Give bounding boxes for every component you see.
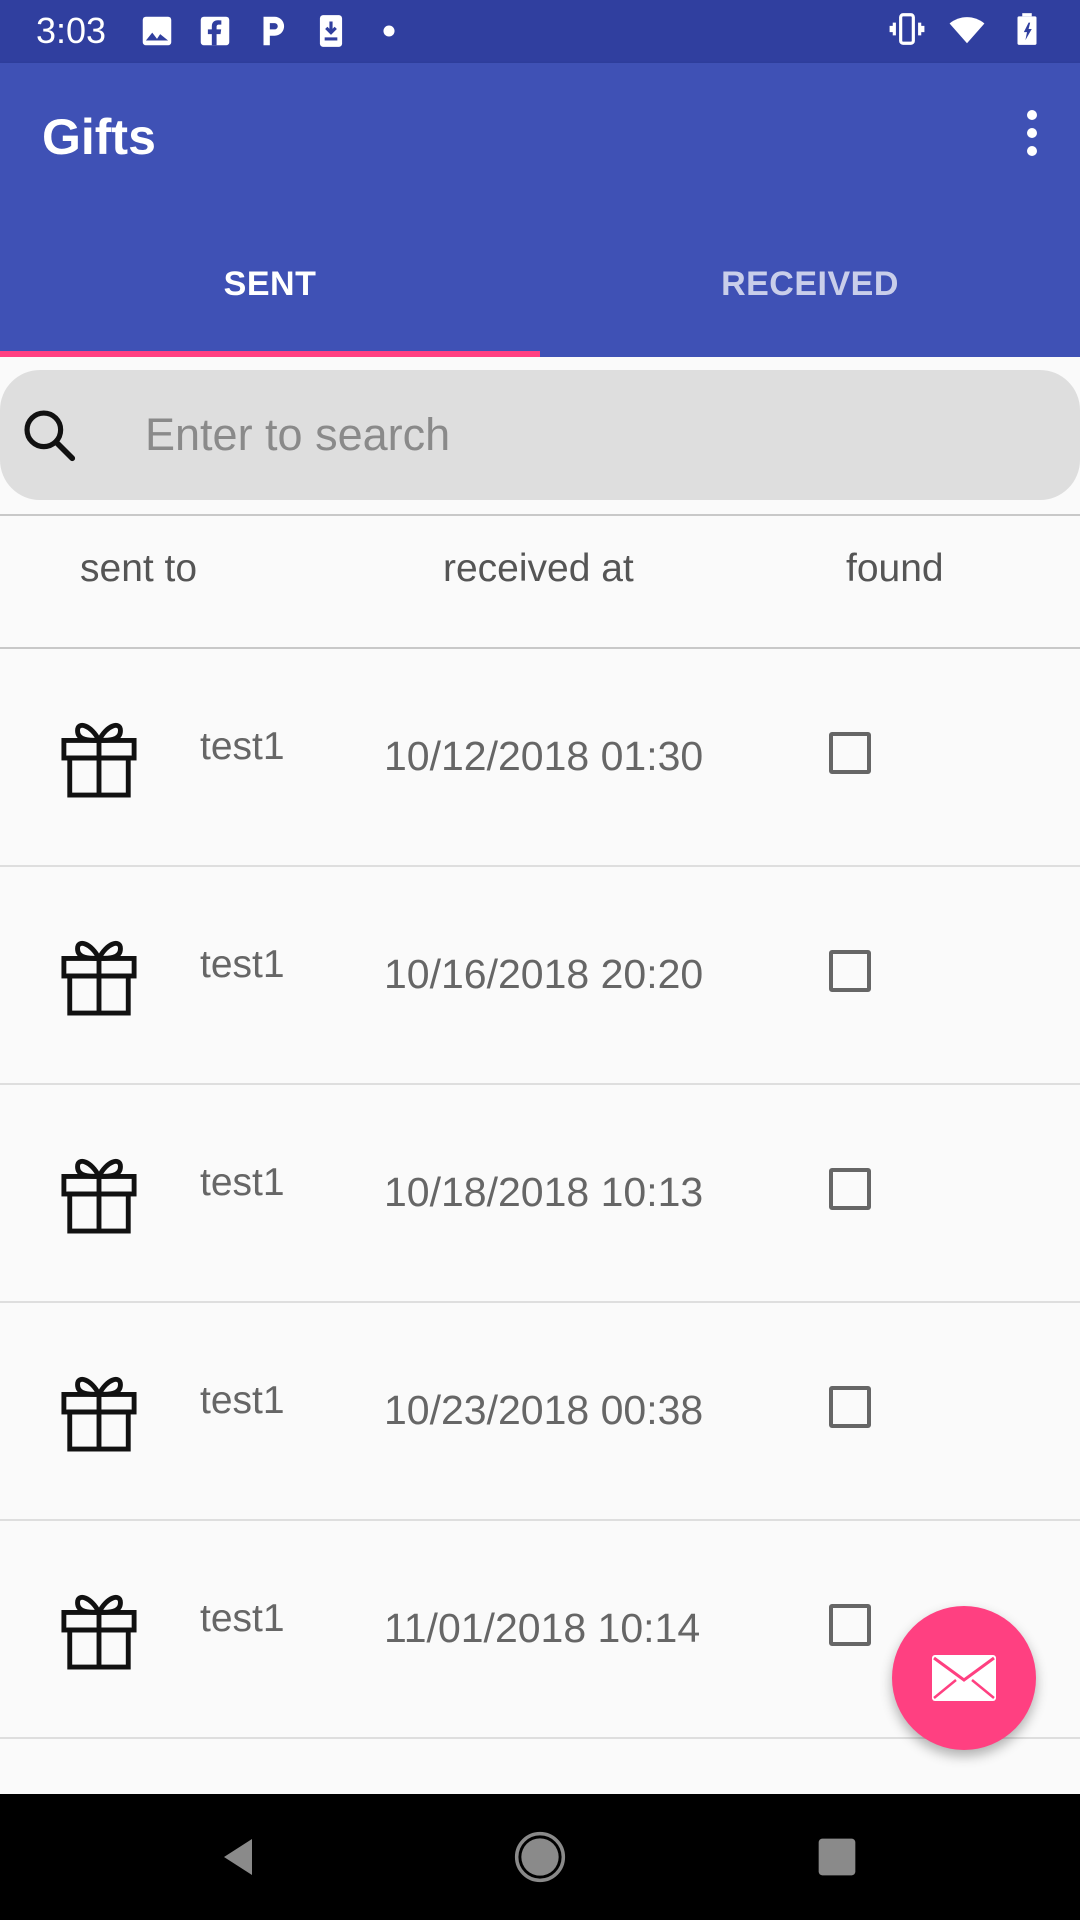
home-icon[interactable] xyxy=(507,1824,573,1890)
gift-icon xyxy=(61,1377,137,1452)
send-gift-fab[interactable] xyxy=(892,1606,1036,1750)
search-icon[interactable] xyxy=(18,404,80,466)
recents-icon[interactable] xyxy=(804,1824,870,1890)
found-checkbox[interactable] xyxy=(829,1168,871,1210)
row-sent-to: test1 xyxy=(200,1161,285,1204)
mail-icon xyxy=(932,1655,996,1701)
wifi-icon xyxy=(949,17,985,44)
back-icon[interactable] xyxy=(205,1824,271,1890)
row-received-at: 10/23/2018 00:38 xyxy=(384,1387,704,1433)
found-checkbox[interactable] xyxy=(829,732,871,774)
tab-indicator xyxy=(0,351,540,357)
header-found: found xyxy=(846,547,944,590)
row-received-at: 10/16/2018 20:20 xyxy=(384,951,704,997)
row-sent-to: test1 xyxy=(200,1379,285,1422)
status-bar: 3:03 xyxy=(0,0,1080,63)
battery-icon xyxy=(1017,13,1037,45)
more-vert-icon[interactable] xyxy=(1002,103,1062,163)
app-title: Gifts xyxy=(42,109,156,165)
system-icons xyxy=(888,10,1046,48)
header-received-at: received at xyxy=(443,547,634,590)
download-icon xyxy=(319,15,343,47)
row-received-at: 10/18/2018 10:13 xyxy=(384,1169,704,1215)
facebook-icon xyxy=(200,16,230,46)
found-checkbox[interactable] xyxy=(829,1604,871,1646)
table-row[interactable]: test1 10/18/2018 10:13 xyxy=(0,1085,1080,1303)
table-header: sent to received at found xyxy=(0,517,1080,647)
row-sent-to: test1 xyxy=(200,1597,285,1640)
gift-icon xyxy=(61,1595,137,1670)
gift-list: test1 10/12/2018 01:30 test1 10/16/2018 … xyxy=(0,649,1080,1739)
vibrate-icon xyxy=(889,13,925,45)
table-row[interactable]: test1 10/12/2018 01:30 xyxy=(0,649,1080,867)
divider xyxy=(0,514,1080,516)
tab-bar: SENT RECEIVED xyxy=(0,211,1080,357)
found-checkbox[interactable] xyxy=(829,950,871,992)
gift-icon xyxy=(61,723,137,798)
header-sent-to: sent to xyxy=(80,547,198,590)
row-sent-to: test1 xyxy=(200,943,285,986)
table-row[interactable]: test1 10/23/2018 00:38 xyxy=(0,1303,1080,1521)
found-checkbox[interactable] xyxy=(829,1386,871,1428)
row-received-at: 10/12/2018 01:30 xyxy=(384,733,704,779)
tab-received[interactable]: RECEIVED xyxy=(540,211,1080,357)
gift-icon xyxy=(61,1159,137,1234)
row-sent-to: test1 xyxy=(200,725,285,768)
app-bar: Gifts xyxy=(0,63,1080,211)
table-row[interactable]: test1 10/16/2018 20:20 xyxy=(0,867,1080,1085)
nav-bar xyxy=(0,1794,1080,1920)
dot-icon xyxy=(383,25,395,37)
status-time: 3:03 xyxy=(36,10,107,51)
tab-sent[interactable]: SENT xyxy=(0,211,540,357)
pandora-icon xyxy=(263,16,285,46)
notification-icons xyxy=(138,12,408,50)
row-received-at: 11/01/2018 10:14 xyxy=(384,1605,701,1651)
search-input[interactable] xyxy=(130,392,1060,478)
search-bar xyxy=(0,370,1080,500)
image-icon xyxy=(142,16,172,46)
gift-icon xyxy=(61,941,137,1016)
